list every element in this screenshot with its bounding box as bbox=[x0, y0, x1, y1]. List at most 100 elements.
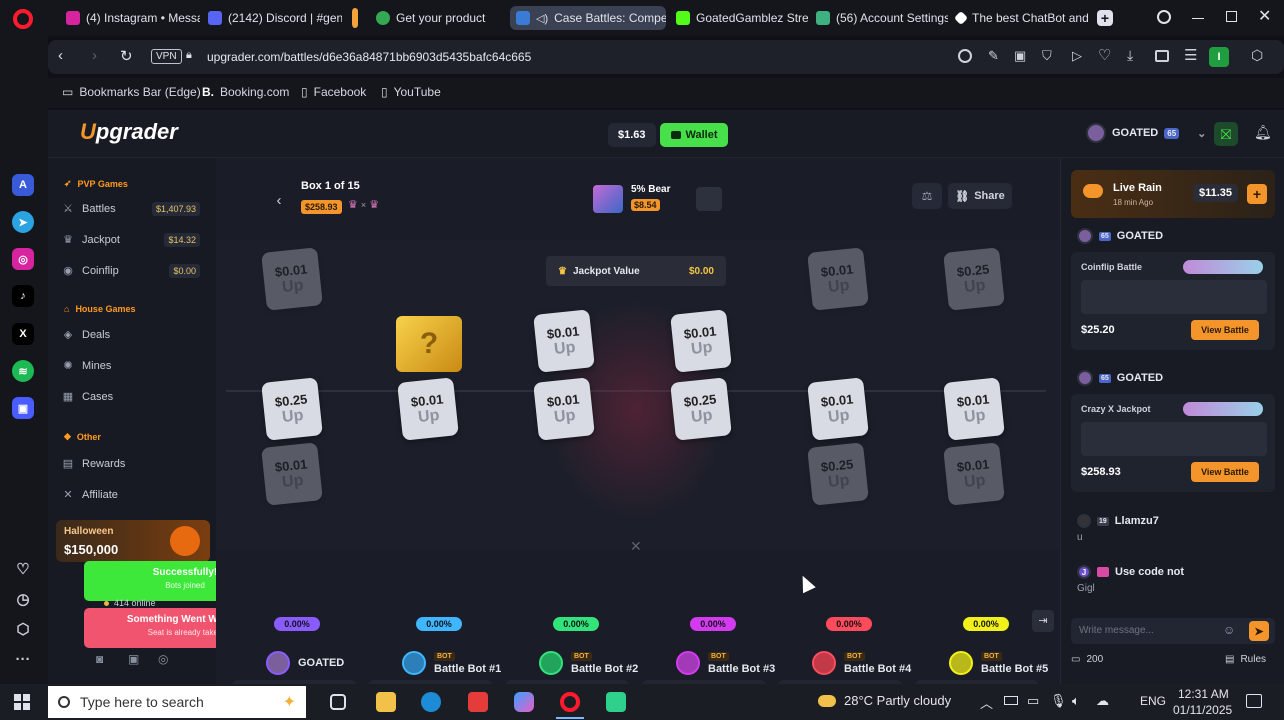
play-icon[interactable]: ▷ bbox=[1072, 48, 1082, 64]
player-battle-bot-3[interactable]: BOT Battle Bot #3 bbox=[676, 648, 775, 678]
task-view-icon[interactable] bbox=[330, 694, 346, 710]
reload-icon[interactable]: ↻ bbox=[120, 47, 133, 65]
file-explorer-icon[interactable] bbox=[376, 692, 396, 712]
player-goated[interactable]: GOATED bbox=[266, 648, 344, 678]
bookmark-bookmarks-bar[interactable]: ▭ Bookmarks Bar (Edge) bbox=[62, 85, 201, 99]
bookmark-booking[interactable]: B. Booking.com bbox=[202, 85, 289, 99]
sidebar-item-affiliate[interactable]: ✕ Affiliate bbox=[62, 484, 206, 506]
tab-chatbot[interactable]: The best ChatBot and bbox=[950, 6, 1090, 30]
tab-get-your-product[interactable]: Get your product bbox=[370, 6, 506, 30]
social-discord-icon[interactable]: ◙ bbox=[96, 652, 103, 666]
spotify-icon[interactable]: ≋ bbox=[12, 360, 34, 382]
extensions-icon[interactable]: ⬡ bbox=[1251, 47, 1263, 64]
profile-avatar[interactable]: I bbox=[1209, 47, 1229, 67]
battle-back-button[interactable]: ‹ bbox=[268, 190, 290, 212]
wallet-button[interactable]: Wallet bbox=[660, 123, 728, 147]
url-field[interactable]: upgrader.com/battles/d6e36a84871bb6903d5… bbox=[207, 50, 531, 64]
tab-kick-stream[interactable]: GoatedGamblez Strea bbox=[670, 6, 808, 30]
site-logo[interactable]: Upgrader bbox=[80, 119, 178, 145]
restore-button[interactable] bbox=[1226, 11, 1237, 22]
bookmark-youtube[interactable]: ▯ YouTube bbox=[381, 85, 441, 99]
social-instagram-icon[interactable]: ◎ bbox=[158, 652, 168, 666]
sidebar-item-coinflip[interactable]: ◉ Coinflip $0.00 bbox=[62, 260, 206, 282]
extensions-box-icon[interactable]: ⬡ bbox=[12, 618, 34, 640]
clock-time[interactable]: 12:31 AM bbox=[1178, 687, 1229, 701]
tab-account-settings[interactable]: (56) Account Settings bbox=[810, 6, 948, 30]
history-icon[interactable]: ◷ bbox=[12, 588, 34, 610]
player-battle-bot-4[interactable]: BOT Battle Bot #4 bbox=[812, 648, 911, 678]
expand-side-button[interactable]: ⇥ bbox=[1032, 610, 1054, 632]
instagram-rail-icon[interactable]: ◎ bbox=[12, 248, 34, 270]
download-icon[interactable]: ⤓ bbox=[1127, 47, 1133, 64]
tab-discord[interactable]: (2142) Discord | #gene bbox=[202, 6, 342, 30]
forward-icon[interactable]: › bbox=[92, 47, 97, 64]
fairness-button[interactable]: ⚖ bbox=[912, 183, 942, 209]
view-battle-button[interactable]: View Battle bbox=[1191, 320, 1259, 340]
edit-icon[interactable]: ✎ bbox=[988, 48, 999, 64]
edge-icon[interactable] bbox=[421, 692, 441, 712]
clock-date[interactable]: 01/11/2025 bbox=[1173, 703, 1232, 717]
tab-case-battles[interactable]: ◁) Case Battles: Compete bbox=[510, 6, 666, 30]
rules-link[interactable]: ▤ Rules bbox=[1225, 654, 1266, 665]
sidebar-item-deals[interactable]: ◈ Deals bbox=[62, 324, 206, 346]
sidebar-toggle-icon[interactable] bbox=[1155, 50, 1169, 62]
gift-button[interactable]: ⛝ bbox=[1214, 122, 1238, 146]
weather[interactable]: 28°C Partly cloudy bbox=[818, 693, 951, 708]
player-battle-bot-1[interactable]: BOT Battle Bot #1 bbox=[402, 648, 501, 678]
tray-chevron-icon[interactable]: ︿ bbox=[980, 693, 993, 712]
taskbar-search[interactable]: Type here to search ✦ bbox=[48, 686, 306, 718]
view-battle-button[interactable]: View Battle bbox=[1191, 462, 1259, 482]
x-twitter-icon[interactable]: X bbox=[12, 323, 34, 345]
aria-icon[interactable]: A bbox=[12, 174, 34, 196]
emoji-icon[interactable]: ☺ bbox=[1223, 623, 1235, 637]
back-icon[interactable]: ‹ bbox=[58, 47, 63, 64]
send-button[interactable]: ➤ bbox=[1249, 621, 1269, 641]
sidebar-item-battles[interactable]: ⚔ Battles $1,407.93 bbox=[62, 198, 206, 220]
player-battle-bot-2[interactable]: BOT Battle Bot #2 bbox=[539, 648, 638, 678]
more-icon[interactable]: ··· bbox=[12, 648, 34, 670]
notification-bell-icon[interactable]: 🔔︎ bbox=[1254, 124, 1272, 141]
tray-display-icon[interactable]: ▭ bbox=[1027, 693, 1039, 709]
tray-cloud-icon[interactable]: ☁ bbox=[1096, 693, 1109, 709]
live-rain-card[interactable]: Live Rain 18 min Ago $11.35 + bbox=[1071, 170, 1275, 218]
heart-icon[interactable]: ♡ bbox=[12, 558, 34, 580]
wps-icon[interactable] bbox=[468, 692, 488, 712]
user-menu[interactable]: GOATED 65 ⌄ bbox=[1086, 123, 1206, 143]
shield-icon[interactable]: ⛉ bbox=[1042, 48, 1052, 64]
menu-icon[interactable]: ☰ bbox=[1184, 46, 1197, 64]
tiktok-icon[interactable]: ♪ bbox=[12, 285, 34, 307]
close-x-icon[interactable]: ✕ bbox=[630, 538, 642, 555]
camera-icon[interactable]: ▣ bbox=[1014, 48, 1026, 64]
tab-pinned[interactable] bbox=[352, 6, 366, 30]
opera-taskbar-icon[interactable] bbox=[560, 692, 580, 712]
notification-center-icon[interactable] bbox=[1246, 694, 1262, 708]
copilot-icon[interactable] bbox=[514, 692, 534, 712]
add-rain-button[interactable]: + bbox=[1247, 184, 1267, 204]
sidebar-item-mines[interactable]: ✺ Mines bbox=[62, 355, 206, 377]
share-button[interactable]: ⛓ Share bbox=[948, 183, 1012, 209]
find-icon[interactable] bbox=[958, 49, 972, 63]
close-window-button[interactable]: ✕ bbox=[1258, 6, 1271, 26]
search-tabs-icon[interactable] bbox=[1157, 10, 1171, 24]
new-tab-button[interactable]: + bbox=[1097, 10, 1113, 26]
bookmark-facebook[interactable]: ▯ Facebook bbox=[301, 85, 366, 99]
app-green-icon[interactable] bbox=[606, 692, 626, 712]
chat-input[interactable]: Write message... ☺ ➤ bbox=[1071, 618, 1275, 644]
tray-mic-icon[interactable]: 🎙︎ bbox=[1050, 693, 1067, 709]
language-indicator[interactable]: ENG bbox=[1140, 694, 1166, 708]
player-battle-bot-5[interactable]: BOT Battle Bot #5 bbox=[949, 648, 1048, 678]
minimize-button[interactable] bbox=[1192, 18, 1204, 19]
windows-start-icon[interactable] bbox=[14, 694, 30, 710]
tab-instagram[interactable]: (4) Instagram • Messa bbox=[60, 6, 200, 30]
vpn-badge[interactable]: VPN bbox=[151, 49, 182, 64]
tray-volume-icon[interactable]: 🔈︎ bbox=[1072, 693, 1080, 709]
sidebar-item-rewards[interactable]: ▤ Rewards bbox=[62, 453, 206, 475]
halloween-promo-banner[interactable]: Halloween $150,000 bbox=[56, 520, 210, 562]
current-case[interactable]: 5% Bear $8.54 bbox=[593, 184, 723, 213]
opera-logo-icon[interactable] bbox=[13, 9, 33, 29]
telegram-icon[interactable]: ➤ bbox=[12, 211, 34, 233]
social-x-icon[interactable]: ▣ bbox=[128, 652, 139, 666]
sidebar-item-jackpot[interactable]: ♛ Jackpot $14.32 bbox=[62, 229, 206, 251]
sidebar-item-cases[interactable]: ▦ Cases bbox=[62, 386, 206, 408]
favorite-heart-icon[interactable]: ♡ bbox=[1098, 46, 1111, 64]
